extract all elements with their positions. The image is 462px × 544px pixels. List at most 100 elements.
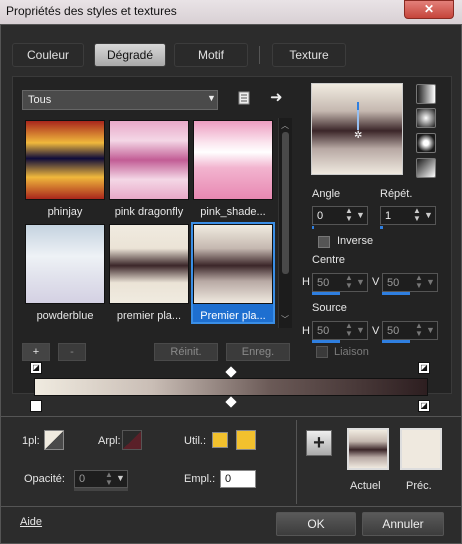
spinner-arrows-icon[interactable]: ▲ ▼ — [415, 322, 423, 338]
source-v-value: 50 — [387, 325, 400, 337]
opacity-spinner[interactable]: 0 ▲ ▼ ▼ — [74, 470, 128, 488]
source-label: Source — [312, 302, 347, 314]
chevron-down-icon[interactable]: ▼ — [424, 210, 433, 220]
background-stop-swatch[interactable] — [122, 430, 142, 450]
spinner-arrows-icon[interactable]: ▲ ▼ — [345, 274, 353, 290]
repeat-value: 1 — [385, 210, 392, 222]
radial-style-button[interactable] — [416, 133, 436, 153]
help-link[interactable]: Aide — [20, 516, 42, 528]
angle-spinner[interactable]: 0 ▲ ▼ ▼ — [312, 206, 368, 225]
current-swatch-label: Actuel — [350, 480, 381, 492]
util-label: Util.: — [184, 435, 206, 447]
spinner-arrows-icon[interactable]: ▲ ▼ — [415, 274, 423, 290]
chevron-down-icon[interactable]: ▼ — [426, 277, 435, 287]
centre-h-spinner[interactable]: 50 ▲ ▼ ▼ — [312, 273, 368, 292]
spinner-arrows-icon[interactable]: ▲ ▼ — [105, 471, 113, 487]
tab-texture[interactable]: Texture — [272, 43, 346, 67]
preset-label: pink_shade... — [200, 206, 266, 218]
svg-text:✲: ✲ — [354, 130, 362, 140]
source-v-spinner[interactable]: 50 ▲ ▼ ▼ — [382, 321, 438, 340]
chevron-down-icon[interactable]: ▼ — [356, 325, 365, 335]
opacity-value: 0 — [79, 473, 86, 485]
close-button[interactable]: ✕ — [404, 0, 454, 19]
centre-label: Centre — [312, 254, 346, 266]
spinner-arrows-icon[interactable]: ▲ ▼ — [413, 207, 421, 223]
color-stop-right[interactable]: ◪ — [418, 400, 430, 412]
current-swatch[interactable] — [347, 428, 389, 470]
window-title: Propriétés des styles et textures — [6, 4, 177, 18]
source-h-bar — [312, 340, 340, 343]
empl-label: Empl.: — [184, 473, 216, 485]
inverse-label: Inverse — [337, 235, 374, 247]
repeat-spinner[interactable]: 1 ▲ ▼ ▼ — [380, 206, 436, 225]
tab-couleur[interactable]: Couleur — [12, 43, 84, 67]
file-icon[interactable] — [236, 90, 252, 106]
tab-degrade[interactable]: Dégradé — [94, 43, 166, 67]
preset-thumb-premier-plan-selected[interactable] — [193, 224, 273, 304]
preset-label: powderblue — [36, 310, 94, 322]
source-h-spinner[interactable]: 50 ▲ ▼ ▼ — [312, 321, 368, 340]
chevron-down-icon[interactable]: ▼ — [356, 277, 365, 287]
chevron-down-icon[interactable]: ▼ — [356, 210, 365, 220]
repeat-label: Répét. — [380, 188, 413, 200]
arpl-label: Arpl: — [98, 435, 121, 447]
category-select-value: Tous — [28, 94, 52, 106]
remove-preset-button[interactable]: - — [58, 343, 86, 361]
gallery-scrollbar[interactable]: ︿ ﹀ — [278, 118, 292, 328]
centre-h-bar — [312, 292, 340, 295]
opacity-label: Opacité: — [24, 473, 65, 485]
gradient-preview[interactable]: ✲ — [311, 83, 403, 175]
angle-fill-bar — [312, 226, 314, 229]
preset-thumb-pink-dragonfly[interactable] — [109, 120, 189, 200]
title-bar: Propriétés des styles et textures ✕ — [0, 0, 462, 24]
empl-field[interactable]: 0 — [220, 470, 256, 488]
scroll-up-icon[interactable]: ︿ — [281, 120, 289, 131]
chevron-down-icon: ▼ — [207, 93, 216, 103]
category-select[interactable]: Tous ▼ — [22, 90, 218, 110]
inverse-checkbox[interactable] — [318, 236, 330, 248]
scroll-down-icon[interactable]: ﹀ — [281, 314, 289, 325]
liaison-checkbox[interactable] — [316, 346, 328, 358]
transparency-stop-left[interactable]: ◪ — [30, 362, 42, 374]
preset-thumb-powderblue[interactable] — [25, 224, 105, 304]
source-h-label: H — [302, 325, 310, 337]
angle-label: Angle — [312, 188, 341, 200]
chevron-down-icon[interactable]: ▼ — [116, 473, 125, 483]
preset-thumb-phinjay[interactable] — [25, 120, 105, 200]
preset-label: pink dragonfly — [114, 206, 184, 218]
transparency-stop-right[interactable]: ◪ — [418, 362, 430, 374]
chevron-down-icon[interactable]: ▼ — [426, 325, 435, 335]
centre-v-spinner[interactable]: 50 ▲ ▼ ▼ — [382, 273, 438, 292]
add-preset-button[interactable]: + — [22, 343, 50, 361]
ok-button[interactable]: OK — [276, 512, 356, 536]
spinner-arrows-icon[interactable]: ▲ ▼ — [345, 322, 353, 338]
add-swatch-button[interactable]: + — [306, 430, 332, 456]
midpoint-marker-bottom[interactable] — [225, 396, 237, 408]
centre-v-value: 50 — [387, 277, 400, 289]
cancel-button[interactable]: Annuler — [362, 512, 444, 536]
preset-label-selected: Premier pla... — [200, 310, 266, 322]
tab-separator — [259, 46, 260, 64]
arrow-right-icon[interactable]: ➜ — [270, 88, 288, 106]
linear-style-button[interactable] — [416, 84, 436, 104]
preset-thumb-premier-plan[interactable] — [109, 224, 189, 304]
repeat-fill-bar — [380, 226, 383, 229]
save-preset-button[interactable]: Enreg. — [226, 343, 290, 361]
rectangular-style-button[interactable] — [416, 108, 436, 128]
gradient-bar[interactable] — [34, 378, 428, 396]
user-color-swatch-a[interactable] — [212, 432, 228, 448]
reset-button[interactable]: Réinit. — [154, 343, 218, 361]
sunburst-style-button[interactable] — [416, 158, 436, 178]
section-divider-vertical — [296, 420, 297, 504]
user-color-swatch-b[interactable] — [236, 430, 256, 450]
source-h-value: 50 — [317, 325, 330, 337]
preset-thumb-pink-shade[interactable] — [193, 120, 273, 200]
previous-swatch[interactable] — [400, 428, 442, 470]
tab-motif[interactable]: Motif — [174, 43, 248, 67]
spinner-arrows-icon[interactable]: ▲ ▼ — [345, 207, 353, 223]
color-stop-left[interactable] — [30, 400, 42, 412]
foreground-stop-swatch[interactable] — [44, 430, 64, 450]
section-divider — [0, 416, 462, 417]
scrollbar-thumb[interactable] — [282, 132, 289, 274]
preset-label: phinjay — [47, 206, 83, 218]
